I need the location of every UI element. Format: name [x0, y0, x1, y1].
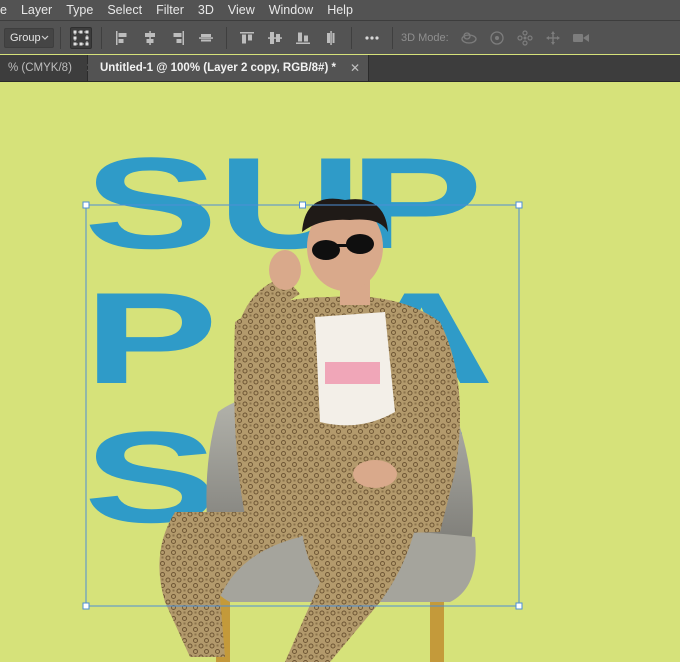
separator [60, 26, 61, 49]
letter-s-row1: S [84, 131, 218, 276]
align-vertical-center-icon [268, 31, 282, 44]
orbit-icon [461, 31, 477, 44]
align-left-icon [116, 30, 127, 45]
chevron-down-icon [41, 35, 49, 40]
options-bar: Group 3D Mode: [0, 20, 680, 54]
tab-label: Untitled-1 @ 100% (Layer 2 copy, RGB/8#)… [100, 62, 336, 74]
3d-orbit-button[interactable] [458, 27, 480, 49]
3d-drag-button[interactable] [514, 27, 536, 49]
transform-handle-bottom-right[interactable] [515, 602, 523, 610]
more-options-button[interactable] [361, 27, 383, 49]
drag-cross-icon [517, 29, 533, 46]
separator [392, 26, 393, 49]
align-bottom-icon [296, 32, 310, 44]
transform-handle-top-middle[interactable] [299, 201, 306, 209]
separator [101, 26, 102, 49]
roll-icon [490, 30, 504, 45]
3d-roll-button[interactable] [486, 27, 508, 49]
document-canvas[interactable]: S U P P A S I T [0, 82, 680, 662]
more-dots-icon [365, 35, 379, 40]
align-left-button[interactable] [111, 27, 133, 49]
document-tab-bar: % (CMYK/8) ✕ Untitled-1 @ 100% (Layer 2 … [0, 55, 680, 82]
menu-help[interactable]: Help [320, 3, 360, 17]
3d-mode-label: 3D Mode: [401, 31, 449, 44]
menu-edit[interactable]: e [0, 3, 14, 17]
menu-view[interactable]: View [221, 3, 262, 17]
auto-select-value: Group [10, 31, 41, 44]
distribute-vertical-icon [327, 30, 335, 45]
menu-filter[interactable]: Filter [149, 3, 191, 17]
transform-handle-bottom-left[interactable] [82, 602, 90, 610]
align-bottom-button[interactable] [292, 27, 314, 49]
video-camera-icon [572, 33, 589, 42]
align-horizontal-center-icon [145, 30, 155, 45]
separator [226, 26, 227, 49]
distribute-horizontal-button[interactable] [195, 27, 217, 49]
auto-select-dropdown[interactable]: Group [4, 27, 54, 48]
distribute-vertical-button[interactable] [320, 27, 342, 49]
transform-handle-top-left[interactable] [82, 201, 90, 209]
menu-window[interactable]: Window [262, 3, 320, 17]
close-icon[interactable]: ✕ [350, 61, 360, 75]
tab-untitled-1[interactable]: Untitled-1 @ 100% (Layer 2 copy, RGB/8#)… [88, 55, 370, 81]
align-horizontal-center-button[interactable] [139, 27, 161, 49]
tab-cmyk-document[interactable]: % (CMYK/8) ✕ [0, 55, 96, 81]
artwork: S U P P A S I T [82, 131, 523, 662]
menu-3d[interactable]: 3D [191, 3, 221, 17]
show-transform-controls-button[interactable] [70, 26, 92, 49]
3d-video-camera-button[interactable] [570, 27, 592, 49]
separator [351, 26, 352, 49]
transform-handle-top-right[interactable] [515, 201, 523, 209]
align-vertical-center-button[interactable] [264, 27, 286, 49]
align-top-button[interactable] [236, 27, 258, 49]
distribute-horizontal-icon [199, 33, 213, 41]
tab-label: % (CMYK/8) [8, 62, 72, 74]
align-right-icon [173, 30, 184, 45]
transform-controls-icon [73, 30, 89, 45]
menu-bar: e Layer Type Select Filter 3D View Windo… [0, 0, 680, 20]
letter-p-row2: P [84, 266, 218, 411]
align-top-icon [240, 31, 254, 43]
align-right-button[interactable] [167, 27, 189, 49]
menu-select[interactable]: Select [100, 3, 149, 17]
3d-slide-button[interactable] [542, 27, 564, 49]
menu-type[interactable]: Type [59, 3, 100, 17]
menu-layer[interactable]: Layer [14, 3, 59, 17]
slide-arrows-icon [545, 30, 560, 45]
